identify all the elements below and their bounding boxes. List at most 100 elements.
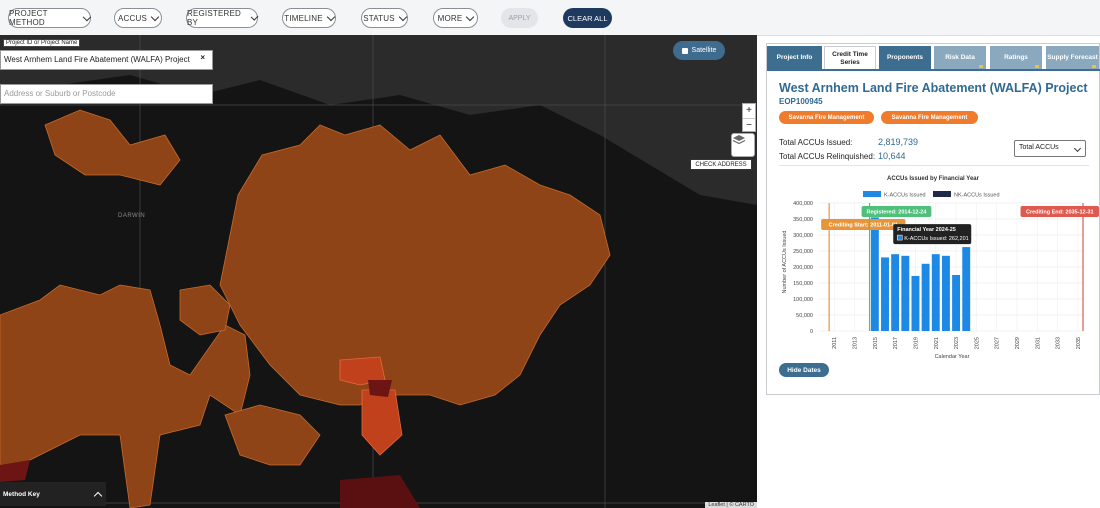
chevron-down-icon xyxy=(326,12,335,21)
bar xyxy=(911,275,920,331)
x-tick-label: 2031 xyxy=(1035,337,1041,349)
map-view[interactable]: DARWIN Project ID or Project Name West A… xyxy=(0,35,757,508)
y-tick-label: 100,000 xyxy=(793,297,813,303)
x-tick-label: 2015 xyxy=(873,337,879,349)
chevron-down-icon xyxy=(1073,144,1082,153)
x-tick-label: 2029 xyxy=(1015,337,1021,349)
tab-label: Credit Time Series xyxy=(832,50,868,66)
legend-label-nk[interactable]: NK-ACCUs Issued xyxy=(954,193,1000,199)
x-axis-label: Calendar Year xyxy=(935,354,970,360)
chart-title: ACCUs Issued by Financial Year xyxy=(887,176,980,182)
x-tick-label: 2025 xyxy=(974,337,980,349)
y-tick-label: 350,000 xyxy=(793,217,813,223)
filter-label: ACCUS xyxy=(117,13,147,23)
y-tick-label: 150,000 xyxy=(793,281,813,287)
project-search-input[interactable]: West Arnhem Land Fire Abatement (WALFA) … xyxy=(0,50,213,70)
clear-input-icon[interactable]: × xyxy=(200,53,205,62)
bar xyxy=(870,217,879,331)
filter-project-method[interactable]: PROJECT METHOD xyxy=(8,8,92,28)
zoom-out-button[interactable]: − xyxy=(743,119,755,133)
project-field-label: Project ID or Project Name xyxy=(3,39,81,47)
y-tick-label: 300,000 xyxy=(793,233,813,239)
project-search-value: West Arnhem Land Fire Abatement (WALFA) … xyxy=(4,55,190,64)
x-tick-label: 2019 xyxy=(913,337,919,349)
tab-label: Risk Data xyxy=(945,54,975,61)
x-tick-label: 2033 xyxy=(1056,337,1062,349)
x-tick-label: 2011 xyxy=(832,337,838,349)
bar xyxy=(881,257,889,331)
tab-underline xyxy=(767,69,1100,71)
legend-swatch-k xyxy=(863,191,881,197)
filter-label: REGISTERED BY xyxy=(187,9,242,27)
x-tick-label: 2027 xyxy=(995,337,1001,349)
total-issued-value: 2,819,739 xyxy=(878,137,919,147)
y-tick-label: 400,000 xyxy=(793,201,813,207)
filter-accus[interactable]: ACCUS xyxy=(114,8,162,28)
satellite-toggle-button[interactable]: Satellite xyxy=(673,41,725,60)
tab-label: Project Info xyxy=(776,54,813,61)
filter-status[interactable]: STATUS xyxy=(361,8,408,28)
tab-project-info[interactable]: Project Info xyxy=(767,46,822,70)
y-tick-label: 50,000 xyxy=(796,313,813,319)
x-tick-label: 2017 xyxy=(893,337,899,349)
chevron-up-icon xyxy=(93,491,103,500)
tab-ratings[interactable]: Ratings xyxy=(990,46,1042,70)
map-canvas[interactable] xyxy=(0,35,757,508)
filter-label: MORE xyxy=(437,13,463,23)
y-tick-label: 0 xyxy=(810,329,813,335)
date-marker-label: Crediting Start: 2011-01-01 xyxy=(829,223,898,229)
chevron-down-icon xyxy=(398,12,408,21)
filter-registered-by[interactable]: REGISTERED BY xyxy=(186,8,259,28)
total-relinquished-value: 10,644 xyxy=(878,151,906,161)
tooltip-body: K-ACCUs Issued: 262,201 xyxy=(904,236,969,242)
filter-label: TIMELINE xyxy=(284,13,323,23)
x-tick-label: 2021 xyxy=(934,337,940,349)
divider xyxy=(779,165,1089,166)
bar xyxy=(921,263,930,331)
method-badge[interactable]: Savanna Fire Management xyxy=(779,111,874,124)
tab-risk-data[interactable]: Risk Data xyxy=(934,46,986,70)
tab-label: Ratings xyxy=(1004,54,1028,61)
bar xyxy=(962,247,971,331)
tab-proponents[interactable]: Proponents xyxy=(879,46,931,70)
x-tick-label: 2035 xyxy=(1076,337,1082,349)
zoom-in-button[interactable]: + xyxy=(743,104,755,119)
clear-all-button[interactable]: CLEAR ALL xyxy=(563,8,612,28)
y-axis-label: Number of ACCUs Issued xyxy=(782,231,788,294)
address-search-input[interactable]: Address or Suburb or Postcode xyxy=(0,84,213,104)
lock-icon xyxy=(1035,65,1039,68)
hide-dates-button[interactable]: Hide Dates xyxy=(779,363,829,377)
total-relinquished-label: Total ACCUs Relinquished: xyxy=(779,152,876,161)
accus-type-select[interactable]: Total ACCUs xyxy=(1014,140,1086,157)
tab-supply-forecast[interactable]: Supply Forecast xyxy=(1046,46,1099,70)
bar xyxy=(941,255,950,331)
bar xyxy=(901,255,910,331)
project-panel: Project Info Credit Time Series Proponen… xyxy=(766,43,1100,395)
chevron-down-icon xyxy=(466,12,475,21)
tab-label: Supply Forecast xyxy=(1047,54,1098,61)
map-attribution[interactable]: Leaflet | © CARTO xyxy=(705,502,757,508)
date-marker-label: Registered: 2014-12-24 xyxy=(867,210,928,216)
select-value: Total ACCUs xyxy=(1019,144,1059,151)
y-tick-label: 200,000 xyxy=(793,265,813,271)
tab-credit-time-series[interactable]: Credit Time Series xyxy=(824,46,876,70)
chevron-down-icon xyxy=(250,12,259,21)
filter-more[interactable]: MORE xyxy=(433,8,478,28)
method-key-toggle[interactable]: Method Key xyxy=(0,482,106,506)
filter-label: PROJECT METHOD xyxy=(9,9,48,27)
accus-chart: ACCUs Issued by Financial Year K-ACCUs I… xyxy=(782,176,1099,360)
panel-tabs: Project Info Credit Time Series Proponen… xyxy=(767,45,1100,70)
filter-timeline[interactable]: TIMELINE xyxy=(282,8,336,28)
layers-button[interactable] xyxy=(731,133,755,157)
project-code: EOP100945 xyxy=(779,97,823,106)
method-key-label: Method Key xyxy=(3,490,40,498)
satellite-label: Satellite xyxy=(691,47,717,54)
method-badge[interactable]: Savanna Fire Management xyxy=(881,111,978,124)
tab-label: Proponents xyxy=(886,54,924,61)
y-tick-label: 250,000 xyxy=(793,249,813,255)
apply-button[interactable]: APPLY xyxy=(501,8,538,28)
chevron-down-icon xyxy=(150,12,160,21)
check-address-button[interactable]: CHECK ADDRESS xyxy=(690,159,752,170)
place-label: DARWIN xyxy=(118,213,146,219)
legend-label-k[interactable]: K-ACCUs Issued xyxy=(884,193,926,199)
